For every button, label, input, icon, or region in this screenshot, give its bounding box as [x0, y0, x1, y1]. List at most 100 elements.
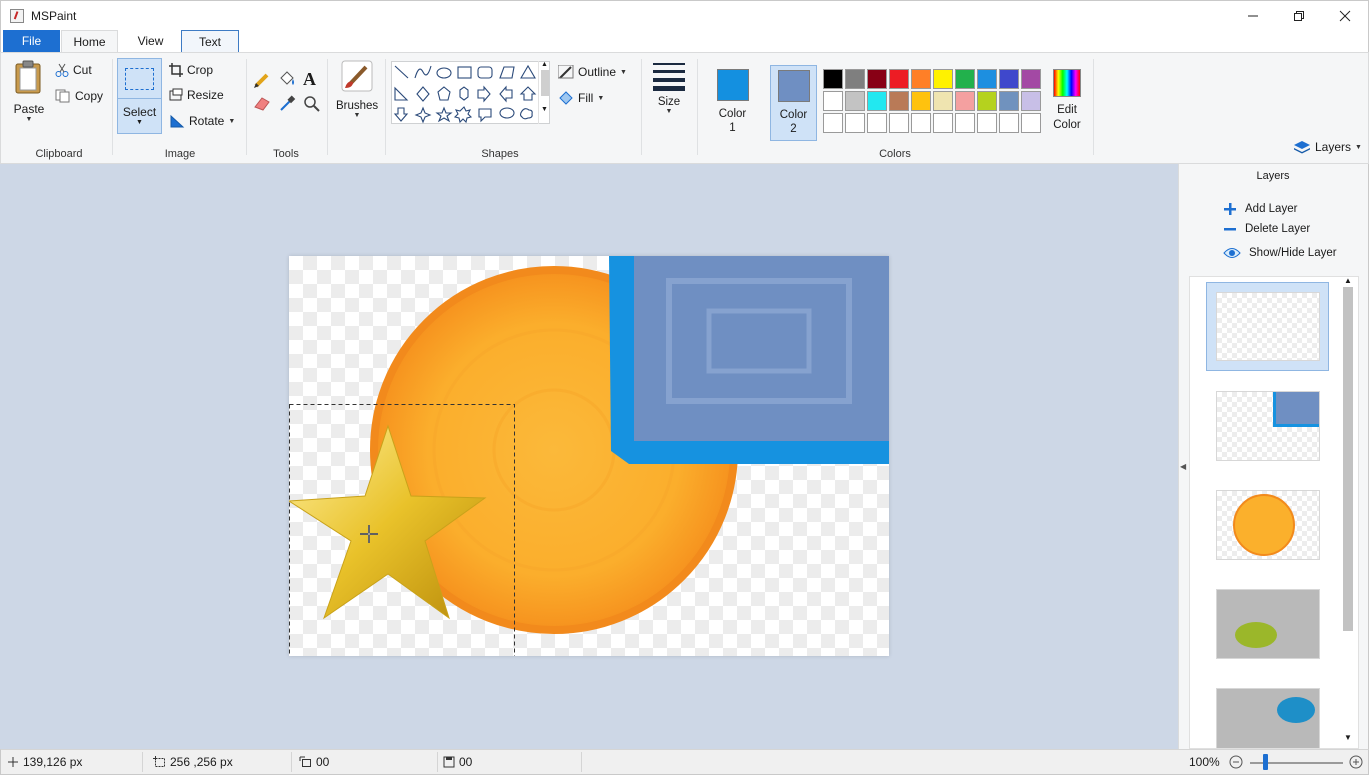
palette-swatch[interactable]	[977, 113, 997, 133]
zoom-out-icon[interactable]	[1229, 755, 1243, 769]
canvas-workspace[interactable]	[0, 164, 1178, 749]
five-point-star-icon	[435, 106, 453, 123]
select-label: Select	[122, 105, 157, 119]
palette-swatch[interactable]	[1021, 91, 1041, 111]
fill-dropdown[interactable]: Fill ▼	[558, 91, 604, 105]
palette-swatch[interactable]	[867, 113, 887, 133]
chevron-up-icon[interactable]: ▲	[539, 61, 550, 68]
palette-swatch[interactable]	[889, 113, 909, 133]
layer-thumbnail-2[interactable]	[1216, 391, 1320, 461]
image-size-icon	[299, 756, 311, 767]
palette-swatch[interactable]	[911, 113, 931, 133]
add-layer-button[interactable]: Add Layer	[1223, 202, 1297, 216]
shapes-gallery[interactable]	[391, 61, 550, 124]
layer-thumbnail-5[interactable]	[1216, 688, 1320, 748]
chevron-up-icon[interactable]: ▲	[1341, 276, 1355, 285]
palette-swatch[interactable]	[1021, 113, 1041, 133]
show-hide-layer-button[interactable]: Show/Hide Layer	[1223, 246, 1337, 260]
outline-dropdown[interactable]: Outline ▼	[558, 65, 627, 79]
scroll-thumb[interactable]	[1343, 287, 1353, 631]
restore-button[interactable]	[1276, 1, 1322, 31]
collapse-panel-icon[interactable]: ◀	[1180, 462, 1186, 471]
palette-swatch[interactable]	[845, 113, 865, 133]
copy-icon	[55, 89, 70, 103]
text-tool-icon[interactable]: A	[303, 69, 316, 90]
eraser-icon[interactable]	[253, 95, 271, 111]
palette-swatch[interactable]	[933, 91, 953, 111]
outline-icon	[558, 65, 574, 79]
palette-swatch[interactable]	[911, 69, 931, 89]
palette-swatch[interactable]	[867, 91, 887, 111]
palette-swatch[interactable]	[889, 91, 909, 111]
delete-layer-button[interactable]: Delete Layer	[1223, 222, 1310, 236]
palette-swatch[interactable]	[977, 69, 997, 89]
color2-selector[interactable]: Color 2	[770, 65, 817, 141]
ribbon-separator	[246, 59, 247, 155]
copy-button[interactable]: Copy	[55, 89, 103, 103]
minimize-button[interactable]	[1230, 1, 1276, 31]
layer-thumbnail-1[interactable]	[1216, 292, 1320, 361]
tab-file[interactable]: File	[3, 30, 60, 52]
palette-swatch[interactable]	[977, 91, 997, 111]
resize-label: Resize	[187, 88, 224, 102]
drawing-canvas[interactable]	[289, 256, 889, 656]
chevron-down-icon[interactable]: ▼	[1341, 733, 1355, 742]
scroll-thumb[interactable]	[540, 70, 549, 96]
paste-button[interactable]: Paste ▼	[9, 59, 49, 131]
palette-swatch[interactable]	[955, 69, 975, 89]
cursor-position-text: 139,126 px	[23, 755, 83, 769]
palette-swatch[interactable]	[933, 69, 953, 89]
magnifier-icon[interactable]	[303, 95, 321, 113]
delete-layer-label: Delete Layer	[1245, 223, 1311, 235]
zoom-slider-thumb[interactable]	[1263, 754, 1268, 770]
cut-button[interactable]: Cut	[55, 63, 92, 77]
palette-swatch[interactable]	[823, 113, 843, 133]
layer-thumbnail-4[interactable]	[1216, 589, 1320, 659]
palette-swatch[interactable]	[1021, 69, 1041, 89]
palette-swatch[interactable]	[911, 91, 931, 111]
zoom-in-icon[interactable]	[1349, 755, 1363, 769]
ribbon-separator	[697, 59, 698, 155]
ribbon-separator	[327, 59, 328, 155]
palette-swatch[interactable]	[823, 91, 843, 111]
edit-color-button[interactable]: Edit Color	[1047, 69, 1087, 133]
palette-swatch[interactable]	[933, 113, 953, 133]
curve-shape-icon	[414, 65, 432, 79]
tab-text[interactable]: Text	[181, 30, 239, 52]
chevron-down-icon[interactable]: ▼	[539, 106, 550, 113]
layers-panel-title: Layers	[1256, 170, 1290, 182]
select-button[interactable]: Select ▼	[117, 58, 162, 134]
shapes-scrollbar[interactable]: ▲ ▼	[538, 61, 550, 124]
brushes-button[interactable]: Brushes ▼	[336, 60, 378, 136]
rotate-button[interactable]: Rotate ▼	[169, 114, 235, 128]
palette-swatch[interactable]	[845, 91, 865, 111]
palette-swatch[interactable]	[955, 91, 975, 111]
ribbon-separator	[641, 59, 642, 155]
resize-button[interactable]: Resize	[169, 88, 224, 102]
tab-view[interactable]: View	[122, 30, 179, 52]
layer-thumbnail-3[interactable]	[1216, 490, 1320, 560]
palette-swatch[interactable]	[867, 69, 887, 89]
close-button[interactable]	[1322, 1, 1368, 31]
palette-swatch[interactable]	[845, 69, 865, 89]
rotate-icon	[170, 114, 185, 128]
palette-swatch[interactable]	[889, 69, 909, 89]
minimize-icon	[1248, 15, 1258, 17]
clipboard-group-label: Clipboard	[35, 148, 83, 160]
palette-swatch[interactable]	[823, 69, 843, 89]
fill-bucket-icon[interactable]	[278, 70, 296, 88]
layers-scrollbar[interactable]: ▲ ▼	[1341, 276, 1355, 748]
tab-home[interactable]: Home	[61, 30, 118, 52]
pencil-icon[interactable]	[253, 71, 271, 89]
palette-swatch[interactable]	[999, 113, 1019, 133]
color1-selector[interactable]: Color 1	[709, 65, 756, 141]
palette-swatch[interactable]	[999, 91, 1019, 111]
palette-swatch[interactable]	[955, 113, 975, 133]
color-picker-icon[interactable]	[278, 94, 296, 112]
palette-swatch[interactable]	[999, 69, 1019, 89]
right-arrow-icon	[477, 85, 491, 103]
size-button[interactable]: Size ▼	[649, 61, 689, 137]
layers-dropdown[interactable]: Layers ▼	[1293, 140, 1362, 154]
crop-button[interactable]: Crop	[169, 63, 213, 77]
ribbon: Paste ▼ Cut Copy Clipboard Select ▼ Crop…	[0, 52, 1369, 164]
